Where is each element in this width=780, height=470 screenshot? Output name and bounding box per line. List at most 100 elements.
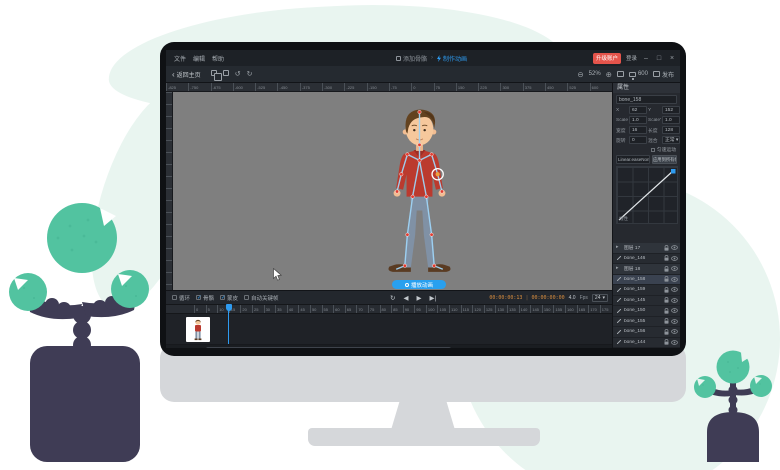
visibility-eye-icon[interactable] <box>671 319 678 324</box>
visibility-eye-icon[interactable] <box>671 266 678 271</box>
layer-type-icon <box>616 308 622 314</box>
ruler-tick: -375 <box>300 83 322 91</box>
layer-row[interactable]: bone_156 <box>613 327 680 338</box>
redo-button[interactable]: ↻ <box>247 70 253 78</box>
visibility-eye-icon[interactable] <box>671 329 678 334</box>
layer-name: bone_158 <box>624 277 662 282</box>
layer-row[interactable]: bone_158 <box>613 275 680 286</box>
layer-type-icon <box>616 245 622 251</box>
layer-row[interactable]: bone_159 <box>613 285 680 296</box>
curve-handle[interactable] <box>671 169 676 174</box>
breadcrumb-step-animate[interactable]: 制作动画 <box>437 54 467 63</box>
easing-select[interactable]: Linear.easeNone ▾ <box>616 155 650 164</box>
checkbox-icon[interactable] <box>196 295 201 300</box>
undo-button[interactable]: ↺ <box>235 70 241 78</box>
layer-row[interactable]: 图层 17 <box>613 243 680 254</box>
minimize-button[interactable]: – <box>642 55 650 62</box>
lock-icon[interactable] <box>664 255 669 261</box>
timeline-playhead[interactable] <box>228 304 229 344</box>
visibility-eye-icon[interactable] <box>671 256 678 261</box>
lock-icon[interactable] <box>664 329 669 335</box>
lock-icon[interactable] <box>664 318 669 324</box>
maximize-button[interactable]: □ <box>655 55 663 62</box>
prev-frame-button[interactable]: ◀ <box>403 294 408 302</box>
breadcrumb-step-bones[interactable]: 添加骨骼 <box>396 54 427 63</box>
back-home-button[interactable]: ‹ 返回主页 <box>172 70 201 79</box>
lock-icon[interactable] <box>664 266 669 272</box>
menu-item[interactable]: 文件 <box>174 54 186 63</box>
checkbox-icon[interactable] <box>651 148 655 152</box>
layer-row[interactable]: bone_155 <box>613 317 680 328</box>
plant-right <box>690 350 776 462</box>
property-input[interactable]: 152 <box>662 106 680 114</box>
property-input[interactable]: 正常 ▾ <box>662 136 680 144</box>
frame-tick: 175 <box>600 305 612 313</box>
track-thumbnail[interactable] <box>186 317 210 342</box>
upgrade-account-button[interactable]: 升级账户 <box>593 53 621 64</box>
lock-icon[interactable] <box>664 297 669 303</box>
property-input[interactable]: 62 <box>629 106 647 114</box>
speed-value[interactable]: 4.0 <box>569 295 576 301</box>
canvas-size-button[interactable]: 600 <box>629 71 648 77</box>
zoom-out-button[interactable]: ⊖ <box>577 70 583 79</box>
lock-icon[interactable] <box>664 339 669 345</box>
timeline-toggle[interactable]: 蒙皮 <box>220 294 238 302</box>
zoom-level[interactable]: 52% <box>589 71 601 77</box>
frame-tick: 90 <box>403 305 415 313</box>
bone-name-field[interactable]: bone_158 <box>616 95 677 104</box>
zoom-in-button[interactable]: ⊕ <box>606 70 612 79</box>
login-button[interactable]: 登录 <box>626 54 637 62</box>
checkbox-icon[interactable] <box>220 295 225 300</box>
lock-icon[interactable] <box>664 308 669 314</box>
layer-row[interactable]: bone_150 <box>613 306 680 317</box>
next-frame-button[interactable]: ▶| <box>429 294 436 302</box>
property-input[interactable]: 16 <box>629 126 647 134</box>
timeline-scrollbar[interactable] <box>166 345 612 348</box>
property-input[interactable]: 1.0 <box>629 116 647 124</box>
easing-curve-editor[interactable]: 线性 <box>616 166 678 224</box>
uniform-motion-toggle[interactable]: 匀速运动 <box>617 146 676 153</box>
frame-ruler[interactable]: 0510152025303540455055606570758085909510… <box>166 304 612 313</box>
menu-item[interactable]: 编辑 <box>193 54 205 63</box>
fit-screen-icon[interactable] <box>617 71 624 77</box>
copy-icon[interactable] <box>211 70 217 76</box>
visibility-eye-icon[interactable] <box>671 308 678 313</box>
lock-icon[interactable] <box>664 276 669 282</box>
visibility-eye-icon[interactable] <box>671 245 678 250</box>
publish-button[interactable]: 发布 <box>653 70 674 79</box>
visibility-eye-icon[interactable] <box>671 298 678 303</box>
visibility-eye-icon[interactable] <box>671 340 678 345</box>
property-input[interactable]: 128 <box>662 126 680 134</box>
timeline-toggle[interactable]: 自动关键帧 <box>244 294 279 302</box>
checkbox-icon[interactable] <box>172 295 177 300</box>
checkbox-icon[interactable] <box>244 295 249 300</box>
frame-tick: 135 <box>507 305 519 313</box>
layer-row[interactable]: 图层 18 <box>613 264 680 275</box>
scrollbar-thumb[interactable] <box>206 347 451 349</box>
frame-tick: 5 <box>206 305 218 313</box>
property-input[interactable]: 0 <box>629 136 647 144</box>
layer-row[interactable]: bone_146 <box>613 254 680 265</box>
visibility-eye-icon[interactable] <box>671 287 678 292</box>
timeline-toolbar: 循环 骨骼 蒙皮 <box>166 290 612 304</box>
play-animation-button[interactable]: 播放动画 <box>392 280 446 289</box>
visibility-eye-icon[interactable] <box>671 277 678 282</box>
fps-select[interactable]: 24 ▾ <box>592 294 608 302</box>
timeline-toggle[interactable]: 循环 <box>172 294 190 302</box>
play-button[interactable]: ▶ <box>416 294 421 302</box>
menu-item[interactable]: 帮助 <box>212 54 224 63</box>
property-input[interactable]: 1.0 <box>662 116 680 124</box>
character-rig-figure[interactable] <box>372 105 467 278</box>
loop-button[interactable]: ↻ <box>390 294 395 302</box>
timeline-toggle[interactable]: 骨骼 <box>196 294 214 302</box>
layer-row[interactable]: bone_145 <box>613 296 680 307</box>
layer-name: 图层 18 <box>624 265 662 272</box>
stage-canvas[interactable]: 播放动画 <box>173 92 612 290</box>
lock-icon[interactable] <box>664 245 669 251</box>
layer-row[interactable]: bone_144 <box>613 338 680 349</box>
link-icon[interactable] <box>223 70 229 76</box>
close-button[interactable]: × <box>668 55 676 62</box>
apply-to-all-frames-button[interactable]: 应用到所有帧 <box>652 155 677 164</box>
timeline-tracks[interactable] <box>166 313 612 344</box>
lock-icon[interactable] <box>664 287 669 293</box>
